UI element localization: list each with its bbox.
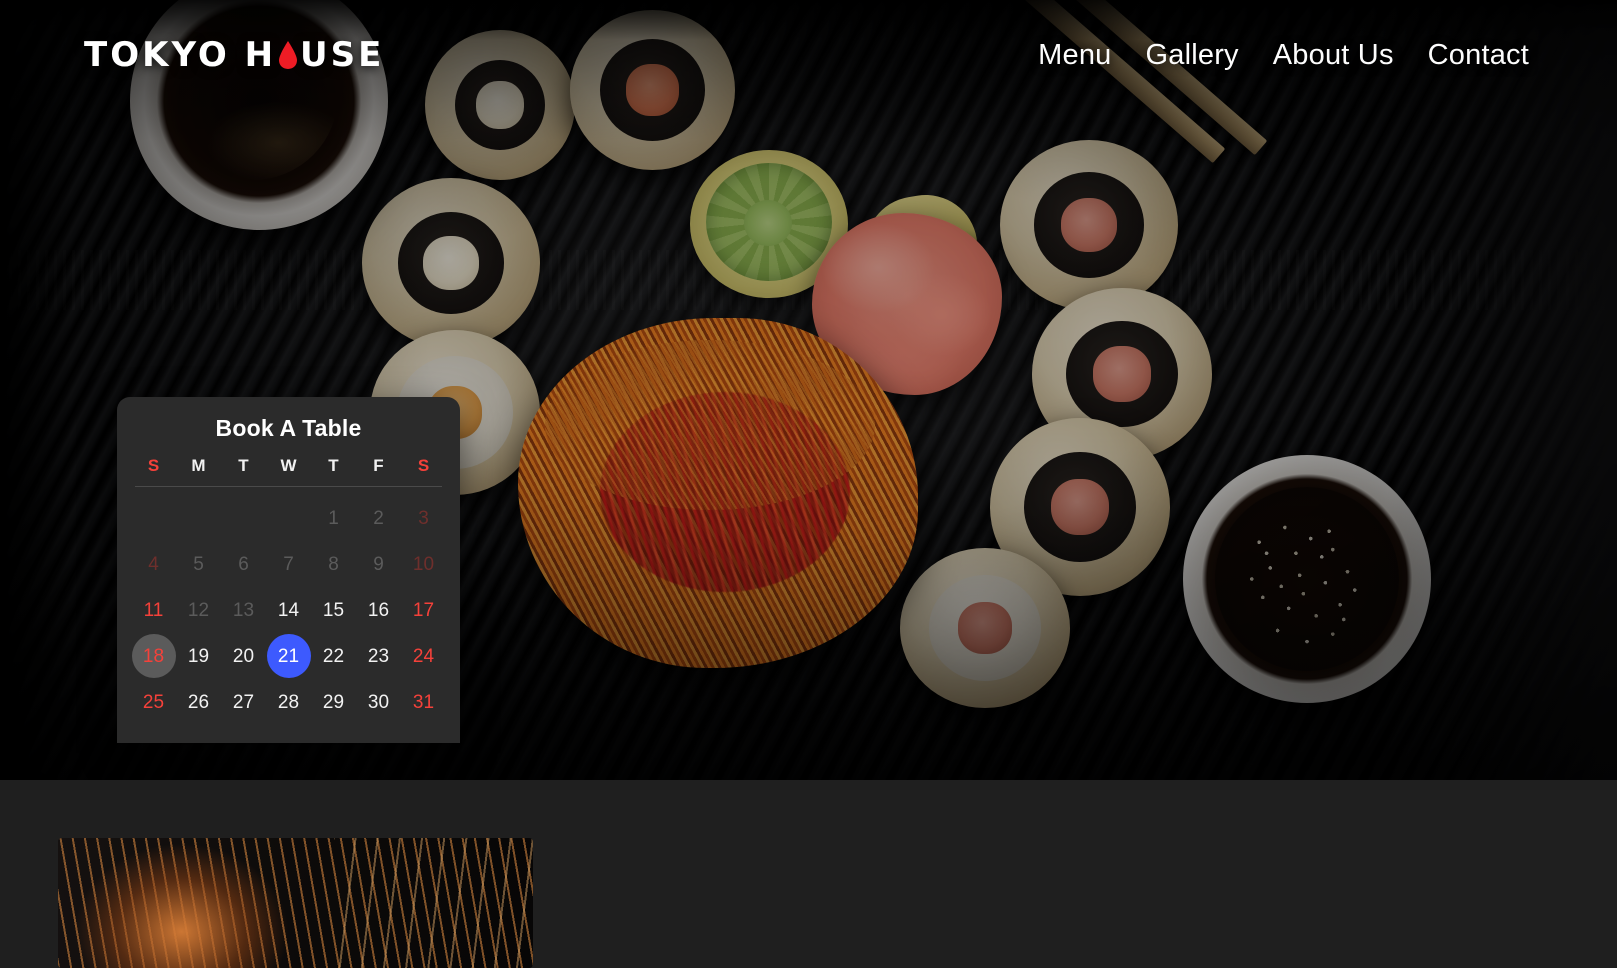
below-hero-section: [0, 780, 1617, 968]
main-navigation: Menu Gallery About Us Contact: [1038, 39, 1529, 72]
nav-link-about-us[interactable]: About Us: [1273, 39, 1394, 72]
calendar-day-label: 28: [277, 691, 300, 713]
calendar-day-7: 7: [266, 541, 311, 587]
calendar-weekday-6: S: [417, 456, 430, 475]
calendar-day-label: 22: [322, 645, 345, 667]
calendar-day-23[interactable]: 23: [356, 633, 401, 679]
calendar-cell-empty: [266, 495, 311, 541]
calendar-day-18[interactable]: 18: [131, 633, 176, 679]
calendar-day-label: 11: [143, 599, 164, 621]
calendar-day-label: 23: [367, 645, 390, 667]
calendar-day-16[interactable]: 16: [356, 587, 401, 633]
calendar-day-2: 2: [356, 495, 401, 541]
calendar-day-6: 6: [221, 541, 266, 587]
calendar-day-label: 21: [277, 645, 300, 667]
calendar-day-label: 14: [277, 599, 300, 621]
calendar-day-label: 29: [322, 691, 345, 713]
calendar-day-label: 24: [412, 645, 435, 667]
calendar-day-30[interactable]: 30: [356, 679, 401, 725]
logo-text-before: TOKYO H: [84, 35, 277, 75]
calendar-cell-empty: [221, 495, 266, 541]
booking-title: Book A Table: [215, 415, 362, 441]
calendar-day-24[interactable]: 24: [401, 633, 446, 679]
calendar-day-28[interactable]: 28: [266, 679, 311, 725]
calendar-day-4: 4: [131, 541, 176, 587]
calendar-day-21[interactable]: 21: [266, 633, 311, 679]
calendar-cell-empty: [176, 495, 221, 541]
calendar-day-label: 20: [232, 645, 255, 667]
calendar-day-label: 2: [373, 507, 384, 529]
calendar-day-20[interactable]: 20: [221, 633, 266, 679]
calendar-day-12: 12: [176, 587, 221, 633]
calendar-day-31[interactable]: 31: [401, 679, 446, 725]
nav-link-gallery[interactable]: Gallery: [1146, 39, 1239, 72]
calendar-weekday-4: T: [328, 456, 339, 475]
nav-link-contact[interactable]: Contact: [1428, 39, 1529, 72]
calendar-day-label: 1: [328, 507, 339, 529]
calendar-weekday-0: S: [147, 456, 160, 475]
calendar-day-19[interactable]: 19: [176, 633, 221, 679]
calendar-day-26[interactable]: 26: [176, 679, 221, 725]
calendar-weekday-2: T: [238, 456, 249, 475]
calendar-day-9: 9: [356, 541, 401, 587]
calendar-day-label: 4: [148, 553, 159, 575]
calendar-day-label: 12: [187, 599, 210, 621]
calendar-day-13: 13: [221, 587, 266, 633]
calendar-day-label: 7: [283, 553, 294, 575]
calendar-day-15[interactable]: 15: [311, 587, 356, 633]
calendar-day-10: 10: [401, 541, 446, 587]
calendar-day-label: 25: [142, 691, 165, 713]
site-header: TOKYO H USE Menu Gallery About Us Contac…: [0, 0, 1617, 110]
calendar-day-grid: 1 2 3 4 5 6 7 8 9 10 11 12 13 14 15 16 17 18 19 20 21 22 23 24 2…: [131, 495, 446, 725]
logo[interactable]: TOKYO H USE: [84, 35, 384, 75]
calendar-weekday-5: F: [373, 456, 384, 475]
calendar-day-label: 5: [193, 553, 204, 575]
calendar-day-17[interactable]: 17: [401, 587, 446, 633]
calendar-day-27[interactable]: 27: [221, 679, 266, 725]
calendar-cell-empty: [131, 495, 176, 541]
gallery-chopsticks: [333, 838, 533, 968]
calendar-day-label: 15: [322, 599, 345, 621]
calendar-day-22[interactable]: 22: [311, 633, 356, 679]
calendar-weekday-1: M: [191, 456, 206, 475]
calendar-weekday-header: SMTWTFS: [131, 452, 446, 486]
book-a-table-panel: Book A Table SMTWTFS 1 2 3 4 5 6 7 8 9 10 11 12 13 14…: [117, 397, 460, 743]
calendar-day-label: 30: [367, 691, 390, 713]
nav-link-menu[interactable]: Menu: [1038, 39, 1111, 72]
calendar-divider: [135, 486, 442, 487]
calendar-day-14[interactable]: 14: [266, 587, 311, 633]
calendar-day-8: 8: [311, 541, 356, 587]
calendar-day-label: 18: [142, 645, 165, 667]
calendar-day-3: 3: [401, 495, 446, 541]
hero-section: TOKYO H USE Menu Gallery About Us Contac…: [0, 0, 1617, 780]
calendar-weekday-3: W: [280, 456, 297, 475]
logo-text-after: USE: [300, 35, 385, 75]
calendar-day-label: 13: [232, 599, 255, 621]
calendar-day-label: 8: [328, 553, 339, 575]
calendar-day-11[interactable]: 11: [131, 587, 176, 633]
gallery-image-card[interactable]: [58, 838, 533, 968]
calendar-day-label: 16: [367, 599, 390, 621]
calendar-day-label: 10: [412, 553, 435, 575]
calendar-day-label: 3: [418, 507, 429, 529]
red-teardrop-icon: [277, 40, 299, 70]
calendar-day-1: 1: [311, 495, 356, 541]
calendar-day-25[interactable]: 25: [131, 679, 176, 725]
calendar-day-label: 6: [238, 553, 249, 575]
calendar-day-label: 26: [187, 691, 210, 713]
calendar-day-5: 5: [176, 541, 221, 587]
calendar-day-label: 27: [232, 691, 255, 713]
calendar-day-label: 19: [187, 645, 210, 667]
calendar-day-label: 9: [373, 553, 384, 575]
calendar-day-label: 17: [412, 599, 435, 621]
calendar-day-label: 31: [412, 691, 435, 713]
calendar-day-29[interactable]: 29: [311, 679, 356, 725]
